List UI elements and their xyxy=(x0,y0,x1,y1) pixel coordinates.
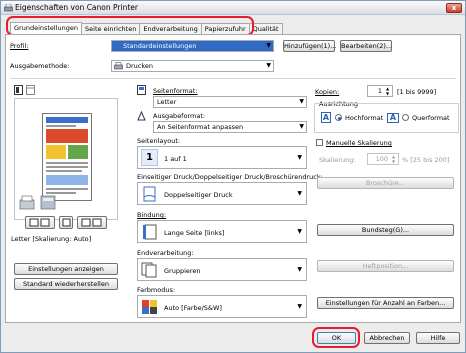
help-button[interactable]: Hilfe xyxy=(416,332,460,344)
chevron-down-icon: ▼ xyxy=(297,190,302,197)
staple-position-button[interactable]: Heftposition... xyxy=(317,260,454,272)
output-method-label: Ausgabemethode: xyxy=(10,62,70,70)
page-order-icon xyxy=(29,218,50,227)
window-title: Eigenschaften von Canon Printer xyxy=(15,3,138,12)
chevron-down-icon: ▼ xyxy=(297,154,302,161)
document-preview-image xyxy=(42,113,92,201)
duplex-select[interactable]: Doppelseitiger Druck ▼ xyxy=(137,182,307,205)
page-layout-icon: 1 xyxy=(141,149,158,166)
scaling-label: Skalierung: xyxy=(319,156,356,164)
color-mode-select[interactable]: Auto [Farbe/S&W] ▼ xyxy=(137,295,307,318)
duplex-icon xyxy=(81,218,102,227)
printer-icon xyxy=(114,62,123,70)
page-layout-value: 1 auf 1 xyxy=(164,155,187,163)
copies-spinner[interactable]: 1 ▲ ▼ xyxy=(367,85,393,97)
chevron-down-icon: ▼ xyxy=(299,123,304,130)
copies-range: [1 bis 9999] xyxy=(397,88,437,96)
duplex-label: Einseitiger Druck/Doppelseitiger Druck/B… xyxy=(137,173,323,181)
preview-mode-button-3[interactable] xyxy=(77,216,107,229)
gutter-button[interactable]: Bundsteg(G)... xyxy=(317,224,454,236)
profile-value: Standardeinstellungen xyxy=(123,42,197,50)
edit-profile-button[interactable]: Bearbeiten(2)... xyxy=(340,40,392,52)
finishing-label: Endverarbeitung: xyxy=(137,249,194,257)
chevron-down-icon: ▼ xyxy=(297,228,302,235)
output-format-value: An Seitenformat anpassen xyxy=(157,123,244,131)
ok-highlight-annotation xyxy=(312,327,360,348)
chevron-down-icon: ▼ xyxy=(266,62,271,69)
binding-label: Bindung: xyxy=(137,211,167,219)
chevron-down-icon: ▼ xyxy=(299,98,304,105)
color-count-settings-button[interactable]: Einstellungen für Anzahl an Farben... xyxy=(317,297,454,309)
separator xyxy=(10,78,456,79)
landscape-label: Querformat xyxy=(412,114,450,122)
printer-device-icon xyxy=(19,195,56,210)
output-format-icon xyxy=(137,111,146,121)
spinner-arrows-icon[interactable]: ▲ ▼ xyxy=(384,86,391,96)
chevron-down-icon: ▼ xyxy=(266,42,271,49)
profile-select[interactable]: Standardeinstellungen ▼ xyxy=(111,40,274,52)
page-format-label: Seitenformat: xyxy=(153,87,198,95)
show-settings-button[interactable]: Einstellungen anzeigen xyxy=(14,263,118,275)
profile-label: Profil: xyxy=(10,42,29,50)
landscape-radio[interactable] xyxy=(402,114,409,121)
output-method-value: Drucken xyxy=(126,62,154,70)
collate-icon xyxy=(141,262,157,278)
duplex-value: Doppelseitiger Druck xyxy=(164,191,233,199)
finishing-icon xyxy=(62,218,70,227)
binding-icon xyxy=(143,224,157,240)
chevron-down-icon: ▼ xyxy=(297,303,302,310)
printer-icon xyxy=(4,4,13,12)
portrait-icon: A xyxy=(321,112,331,123)
close-button[interactable]: x xyxy=(446,3,462,13)
add-profile-button[interactable]: Hinzufügen(1)... xyxy=(283,40,336,52)
cancel-button[interactable]: Abbrechen xyxy=(364,332,410,344)
restore-defaults-button[interactable]: Standard wiederherstellen xyxy=(14,278,118,290)
manual-scaling-checkbox[interactable] xyxy=(316,139,323,146)
portrait-label: Hochformat xyxy=(345,114,384,122)
finishing-select[interactable]: Gruppieren ▼ xyxy=(137,258,307,281)
page-format-icon xyxy=(137,85,146,95)
binding-select[interactable]: Lange Seite [links] ▼ xyxy=(137,220,307,243)
scaling-range: % [25 bis 200] xyxy=(402,156,450,164)
copies-label: Kopien: xyxy=(315,88,340,96)
scaling-value: 100 xyxy=(375,155,388,163)
page-format-value: Letter xyxy=(157,98,177,106)
color-mode-icon xyxy=(142,300,157,314)
printer-properties-window: Eigenschaften von Canon Printer x Grunde… xyxy=(0,0,466,353)
scaling-spinner[interactable]: 100 ▲ ▼ xyxy=(367,153,399,165)
tabs-highlight-annotation xyxy=(6,16,254,36)
spinner-arrows-icon[interactable]: ▲ ▼ xyxy=(390,154,397,164)
page-layout-label: Seitenlayout: xyxy=(137,137,181,145)
brochure-button[interactable]: Broschüre... xyxy=(317,177,454,189)
output-method-select[interactable]: Drucken ▼ xyxy=(111,60,274,72)
color-mode-label: Farbmodus: xyxy=(137,286,176,294)
page-format-select[interactable]: Letter ▼ xyxy=(153,96,307,108)
view-toggle-icons[interactable] xyxy=(14,85,36,95)
landscape-icon: A xyxy=(387,113,399,123)
output-format-select[interactable]: An Seitenformat anpassen ▼ xyxy=(153,121,307,133)
chevron-down-icon: ▼ xyxy=(297,266,302,273)
copies-value: 1 xyxy=(377,87,382,95)
duplex-print-icon xyxy=(143,186,156,202)
output-format-label: Ausgabeformat: xyxy=(153,112,206,120)
binding-value: Lange Seite [links] xyxy=(164,229,225,237)
manual-scaling-label: Manuelle Skalierung xyxy=(326,139,392,147)
preview-mode-button-1[interactable] xyxy=(25,216,55,229)
color-mode-value: Auto [Farbe/S&W] xyxy=(164,304,222,312)
preview-caption: Letter [Skalierung: Auto] xyxy=(11,235,92,243)
portrait-radio[interactable] xyxy=(335,114,342,121)
title-bar[interactable]: Eigenschaften von Canon Printer x xyxy=(1,1,465,15)
page-layout-select[interactable]: 1 1 auf 1 ▼ xyxy=(137,146,307,169)
finishing-value: Gruppieren xyxy=(164,267,201,275)
preview-mode-button-2[interactable] xyxy=(59,216,73,229)
